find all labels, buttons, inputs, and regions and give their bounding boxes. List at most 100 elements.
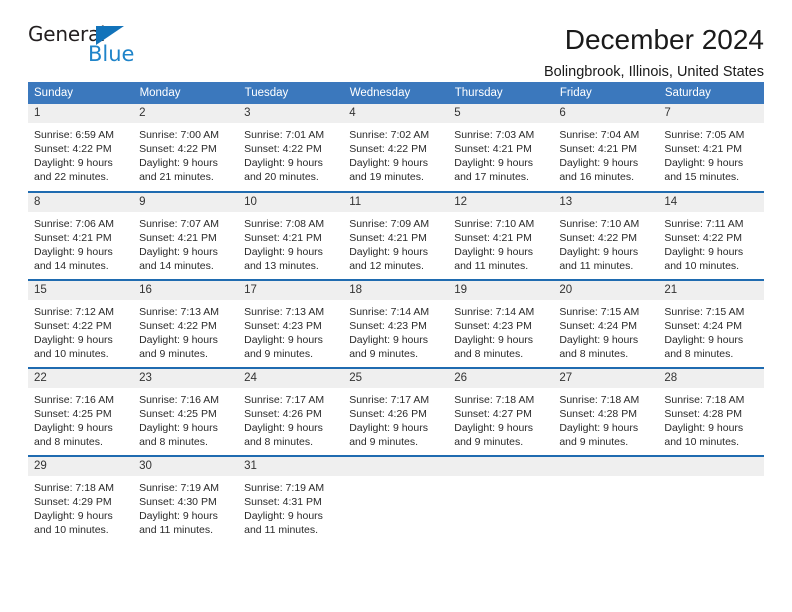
day-number: 25 — [343, 369, 449, 388]
day-details — [343, 476, 448, 481]
calendar-day-cell[interactable]: 3 Sunrise: 7:01 AM Sunset: 4:22 PM Daylight… — [238, 104, 344, 192]
calendar-day-cell[interactable]: 4 Sunrise: 7:02 AM Sunset: 4:22 PM Daylight… — [343, 104, 449, 192]
calendar-day-cell[interactable]: 25 Sunrise: 7:17 AM Sunset: 4:26 PM Dayligh… — [343, 367, 449, 456]
sunrise-time: Sunrise: 7:19 AM — [244, 482, 325, 494]
daylight-duration-line2: and 10 minutes. — [664, 436, 740, 448]
daylight-duration-line1: Daylight: 9 hours — [34, 422, 113, 434]
calendar-day-cell[interactable]: 21 Sunrise: 7:15 AM Sunset: 4:24 PM Dayligh… — [658, 279, 764, 368]
sunset-time: Sunset: 4:25 PM — [34, 408, 112, 420]
daylight-duration-line2: and 20 minutes. — [244, 171, 319, 183]
calendar-week-row: 22 Sunrise: 7:16 AM Sunset: 4:25 PM Dayligh… — [28, 367, 764, 456]
daylight-duration-line2: and 9 minutes. — [349, 348, 419, 360]
calendar-day-cell[interactable]: 13 Sunrise: 7:10 AM Sunset: 4:22 PM Dayligh… — [553, 191, 659, 280]
sunset-time: Sunset: 4:27 PM — [454, 408, 532, 420]
day-number: 12 — [448, 193, 554, 212]
daylight-duration-line2: and 10 minutes. — [664, 260, 740, 272]
day-number — [658, 457, 764, 476]
daylight-duration-line2: and 8 minutes. — [664, 348, 734, 360]
sunset-time: Sunset: 4:31 PM — [244, 496, 322, 508]
day-details: Sunrise: 7:05 AM Sunset: 4:21 PM Daylight:… — [658, 123, 763, 184]
daylight-duration-line2: and 16 minutes. — [559, 171, 635, 183]
calendar-day-cell[interactable]: 24 Sunrise: 7:17 AM Sunset: 4:26 PM Dayligh… — [238, 367, 344, 456]
general-blue-logo[interactable]: General Blue — [28, 24, 158, 70]
day-number: 28 — [658, 369, 764, 388]
sunset-time: Sunset: 4:21 PM — [139, 232, 217, 244]
calendar-day-cell[interactable]: 31 Sunrise: 7:19 AM Sunset: 4:31 PM Dayligh… — [238, 455, 344, 544]
daylight-duration-line2: and 15 minutes. — [664, 171, 740, 183]
daylight-duration-line2: and 9 minutes. — [349, 436, 419, 448]
page-title: December 2024 — [564, 24, 764, 55]
daylight-duration-line2: and 8 minutes. — [244, 436, 314, 448]
day-details: Sunrise: 7:18 AM Sunset: 4:28 PM Daylight:… — [553, 388, 658, 449]
daylight-duration-line1: Daylight: 9 hours — [454, 157, 534, 169]
daylight-duration-line2: and 9 minutes. — [559, 436, 629, 448]
daylight-duration-line1: Daylight: 9 hours — [664, 422, 744, 434]
calendar-day-cell[interactable]: 27 Sunrise: 7:18 AM Sunset: 4:28 PM Dayligh… — [553, 367, 659, 456]
calendar-day-cell[interactable]: 28 Sunrise: 7:18 AM Sunset: 4:28 PM Dayligh… — [658, 367, 764, 456]
calendar-page: General Blue December 2024 Bolingbrook, … — [0, 0, 792, 612]
daylight-duration-line2: and 17 minutes. — [454, 171, 529, 183]
calendar-day-cell[interactable]: 22 Sunrise: 7:16 AM Sunset: 4:25 PM Dayligh… — [28, 367, 134, 456]
calendar-day-cell[interactable]: 6 Sunrise: 7:04 AM Sunset: 4:21 PM Daylight… — [553, 104, 659, 192]
day-number: 30 — [133, 457, 239, 476]
calendar-day-cell[interactable]: 18 Sunrise: 7:14 AM Sunset: 4:23 PM Dayligh… — [343, 279, 449, 368]
calendar-day-cell[interactable]: 17 Sunrise: 7:13 AM Sunset: 4:23 PM Dayligh… — [238, 279, 344, 368]
day-details: Sunrise: 7:00 AM Sunset: 4:22 PM Daylight:… — [133, 123, 238, 184]
daylight-duration-line1: Daylight: 9 hours — [34, 246, 113, 258]
calendar-day-cell[interactable]: 14 Sunrise: 7:11 AM Sunset: 4:22 PM Dayligh… — [658, 191, 764, 280]
daylight-duration-line1: Daylight: 9 hours — [349, 157, 428, 169]
calendar-day-cell[interactable]: 16 Sunrise: 7:13 AM Sunset: 4:22 PM Dayligh… — [133, 279, 239, 368]
daylight-duration-line2: and 8 minutes. — [559, 348, 629, 360]
sunset-time: Sunset: 4:21 PM — [349, 232, 427, 244]
calendar-day-cell[interactable]: 26 Sunrise: 7:18 AM Sunset: 4:27 PM Dayligh… — [448, 367, 554, 456]
day-number: 31 — [238, 457, 344, 476]
calendar-day-cell[interactable]: 23 Sunrise: 7:16 AM Sunset: 4:25 PM Dayligh… — [133, 367, 239, 456]
day-details: Sunrise: 7:09 AM Sunset: 4:21 PM Daylight:… — [343, 212, 448, 273]
daylight-duration-line2: and 8 minutes. — [34, 436, 103, 448]
day-details: Sunrise: 7:19 AM Sunset: 4:31 PM Daylight:… — [238, 476, 343, 537]
sunrise-time: Sunrise: 7:15 AM — [559, 306, 640, 318]
calendar-day-cell[interactable]: 5 Sunrise: 7:03 AM Sunset: 4:21 PM Daylight… — [448, 104, 554, 192]
calendar-day-cell[interactable]: 7 Sunrise: 7:05 AM Sunset: 4:21 PM Daylight… — [658, 104, 764, 192]
daylight-duration-line1: Daylight: 9 hours — [139, 422, 218, 434]
day-details: Sunrise: 7:15 AM Sunset: 4:24 PM Daylight:… — [658, 300, 763, 361]
day-number — [343, 457, 449, 476]
day-details: Sunrise: 7:10 AM Sunset: 4:22 PM Daylight:… — [553, 212, 658, 273]
day-details: Sunrise: 7:06 AM Sunset: 4:21 PM Daylight:… — [28, 212, 133, 273]
sunset-time: Sunset: 4:28 PM — [664, 408, 743, 420]
calendar-day-cell[interactable]: 10 Sunrise: 7:08 AM Sunset: 4:21 PM Dayligh… — [238, 191, 344, 280]
daylight-duration-line1: Daylight: 9 hours — [454, 422, 534, 434]
day-number: 29 — [28, 457, 134, 476]
daylight-duration-line1: Daylight: 9 hours — [244, 510, 323, 522]
calendar-day-cell[interactable]: 1 Sunrise: 6:59 AM Sunset: 4:22 PM Daylight… — [28, 104, 134, 192]
calendar-day-cell[interactable]: 12 Sunrise: 7:10 AM Sunset: 4:21 PM Dayligh… — [448, 191, 554, 280]
day-details: Sunrise: 7:14 AM Sunset: 4:23 PM Daylight:… — [448, 300, 553, 361]
day-number: 7 — [658, 104, 764, 123]
calendar-day-cell[interactable]: 8 Sunrise: 7:06 AM Sunset: 4:21 PM Daylight… — [28, 191, 134, 280]
calendar-day-cell[interactable]: 30 Sunrise: 7:19 AM Sunset: 4:30 PM Dayligh… — [133, 455, 239, 544]
calendar-day-cell[interactable]: 29 Sunrise: 7:18 AM Sunset: 4:29 PM Dayligh… — [28, 455, 134, 544]
calendar-day-cell[interactable]: 20 Sunrise: 7:15 AM Sunset: 4:24 PM Dayligh… — [553, 279, 659, 368]
sunset-time: Sunset: 4:22 PM — [349, 143, 427, 155]
sunrise-time: Sunrise: 7:08 AM — [244, 218, 325, 230]
sunrise-time: Sunrise: 7:00 AM — [139, 129, 220, 141]
calendar-day-cell[interactable]: 15 Sunrise: 7:12 AM Sunset: 4:22 PM Dayligh… — [28, 279, 134, 368]
calendar-day-cell[interactable]: 9 Sunrise: 7:07 AM Sunset: 4:21 PM Daylight… — [133, 191, 239, 280]
sunset-time: Sunset: 4:23 PM — [349, 320, 427, 332]
day-details: Sunrise: 7:11 AM Sunset: 4:22 PM Daylight:… — [658, 212, 763, 273]
calendar-day-cell[interactable]: 11 Sunrise: 7:09 AM Sunset: 4:21 PM Dayligh… — [343, 191, 449, 280]
sunrise-time: Sunrise: 7:16 AM — [34, 394, 114, 406]
daylight-duration-line2: and 14 minutes. — [34, 260, 109, 272]
sunrise-time: Sunrise: 7:11 AM — [664, 218, 744, 230]
day-details: Sunrise: 7:14 AM Sunset: 4:23 PM Daylight:… — [343, 300, 448, 361]
daylight-duration-line2: and 8 minutes. — [454, 348, 524, 360]
day-details: Sunrise: 7:12 AM Sunset: 4:22 PM Daylight:… — [28, 300, 133, 361]
calendar-day-cell[interactable]: 19 Sunrise: 7:14 AM Sunset: 4:23 PM Dayligh… — [448, 279, 554, 368]
sunrise-time: Sunrise: 7:09 AM — [349, 218, 430, 230]
daylight-duration-line2: and 12 minutes. — [349, 260, 424, 272]
sunrise-time: Sunrise: 7:16 AM — [139, 394, 220, 406]
sunrise-time: Sunrise: 7:12 AM — [34, 306, 114, 318]
sunset-time: Sunset: 4:23 PM — [454, 320, 532, 332]
sunrise-time: Sunrise: 7:13 AM — [139, 306, 220, 318]
calendar-day-cell[interactable]: 2 Sunrise: 7:00 AM Sunset: 4:22 PM Daylight… — [133, 104, 239, 192]
